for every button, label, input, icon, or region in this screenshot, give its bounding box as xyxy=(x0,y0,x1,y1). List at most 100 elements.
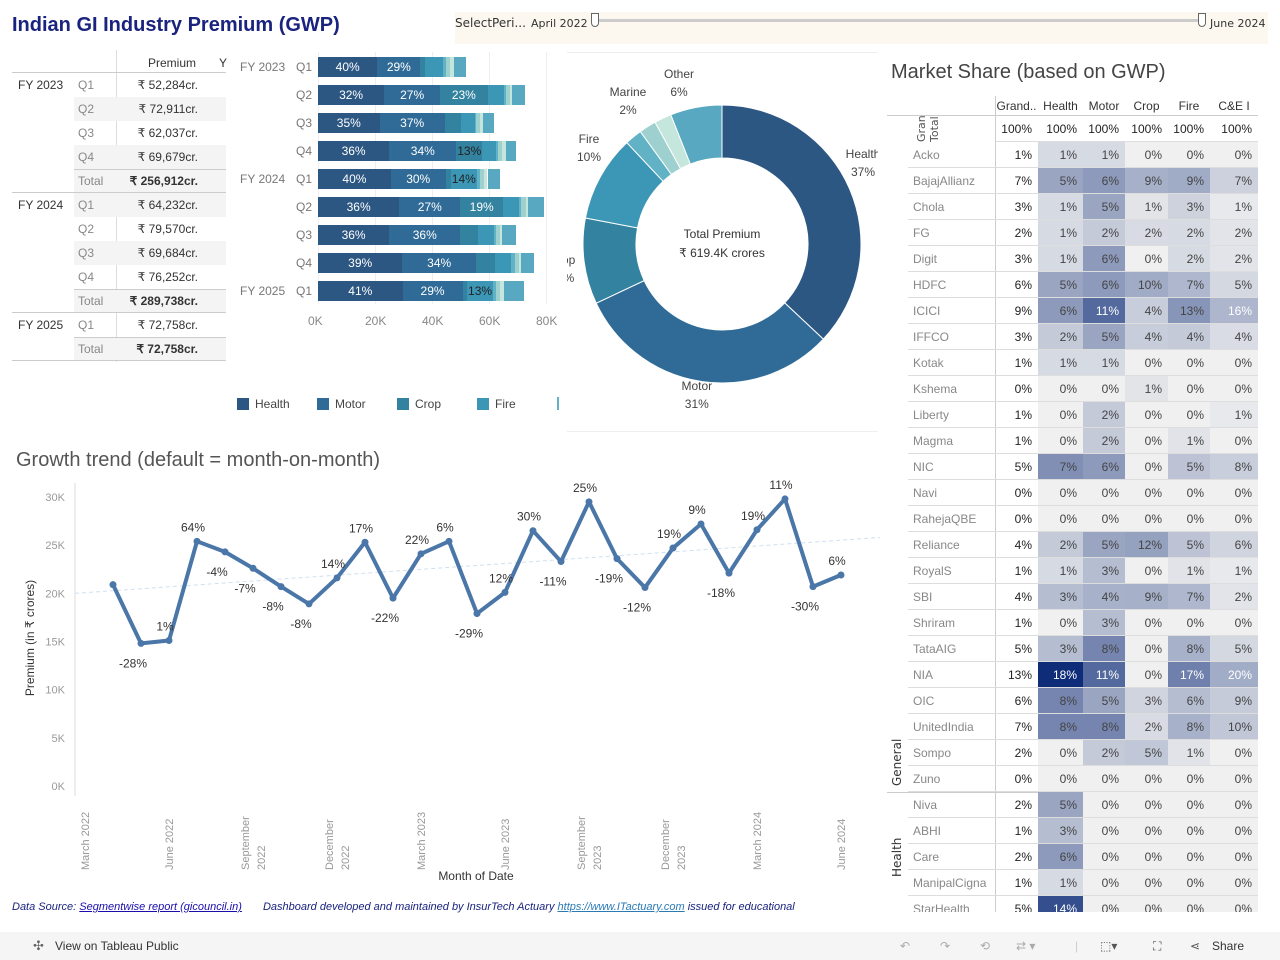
company-name[interactable]: IFFCO xyxy=(908,324,995,350)
bar-segment[interactable] xyxy=(503,197,519,217)
share-cell[interactable]: 0% xyxy=(1038,480,1083,506)
share-cell[interactable]: 0% xyxy=(1168,792,1210,818)
share-cell[interactable]: 1% xyxy=(1038,246,1083,272)
share-cell[interactable]: 0% xyxy=(1125,766,1168,792)
share-cell[interactable]: 4% xyxy=(1210,324,1258,350)
bar-segment[interactable] xyxy=(424,57,443,77)
bar-segment[interactable] xyxy=(501,225,516,245)
share-cell[interactable]: 2% xyxy=(1038,532,1083,558)
legend-item[interactable]: Fire xyxy=(477,397,516,411)
company-name[interactable]: ABHI xyxy=(908,818,995,844)
share-cell[interactable]: 2% xyxy=(1038,324,1083,350)
share-cell[interactable]: 5% xyxy=(1210,272,1258,298)
undo-icon[interactable]: ↶ xyxy=(900,939,910,953)
share-cell[interactable]: 0% xyxy=(1210,506,1258,532)
slider-end-handle[interactable] xyxy=(1198,13,1206,27)
company-name[interactable]: Niva xyxy=(908,792,995,818)
share-cell[interactable]: 0% xyxy=(1168,506,1210,532)
share-cell[interactable]: 1% xyxy=(1125,376,1168,402)
bar-segment[interactable]: 40% xyxy=(318,57,378,77)
company-name[interactable]: NIC xyxy=(908,454,995,480)
bar-segment[interactable] xyxy=(482,141,496,161)
share-cell[interactable]: 0% xyxy=(1125,480,1168,506)
share-cell[interactable]: 2% xyxy=(1210,246,1258,272)
share-cell[interactable]: 2% xyxy=(1168,220,1210,246)
bar-segment[interactable]: 30% xyxy=(390,169,446,189)
share-cell[interactable]: 4% xyxy=(1125,298,1168,324)
share-button[interactable]: Share xyxy=(1212,939,1244,953)
share-cell[interactable]: 0% xyxy=(1083,792,1125,818)
period-slider[interactable]: SelectPeri... April 2022 June 2024 xyxy=(455,12,1268,44)
share-cell[interactable]: 11% xyxy=(1083,662,1125,688)
share-cell[interactable]: 1% xyxy=(1125,194,1168,220)
company-name[interactable]: ManipalCigna xyxy=(908,870,995,896)
share-cell[interactable]: 0% xyxy=(1168,376,1210,402)
share-cell[interactable]: 0% xyxy=(1210,844,1258,870)
share-cell[interactable]: 5% xyxy=(1038,792,1083,818)
share-cell[interactable]: 0% xyxy=(1125,662,1168,688)
company-name[interactable]: Acko xyxy=(908,142,995,168)
share-icon[interactable]: ⋖ xyxy=(1190,939,1200,953)
share-cell[interactable]: 3% xyxy=(1083,558,1125,584)
company-name[interactable]: RoyalS xyxy=(908,558,995,584)
bar-segment[interactable]: 35% xyxy=(318,113,380,133)
share-cell[interactable]: 6% xyxy=(1083,454,1125,480)
share-cell[interactable]: 4% xyxy=(1168,324,1210,350)
share-cell[interactable]: 6% xyxy=(1083,246,1125,272)
bar-segment[interactable]: 23% xyxy=(440,85,488,105)
share-cell[interactable]: 8% xyxy=(1210,454,1258,480)
legend-item[interactable]: Health xyxy=(237,397,290,411)
share-cell[interactable]: 1% xyxy=(1038,142,1083,168)
share-cell[interactable]: 3% xyxy=(1125,688,1168,714)
share-cell[interactable]: 0% xyxy=(1210,870,1258,896)
bar-segment[interactable]: 19% xyxy=(460,197,504,217)
bar-segment[interactable] xyxy=(478,225,494,245)
share-cell[interactable]: 0% xyxy=(1083,844,1125,870)
share-cell[interactable]: 12% xyxy=(1125,532,1168,558)
bar-segment[interactable]: 29% xyxy=(402,281,463,301)
company-name[interactable]: Reliance xyxy=(908,532,995,558)
share-cell[interactable]: 0% xyxy=(1125,818,1168,844)
company-name[interactable]: Kotak xyxy=(908,350,995,376)
share-cell[interactable]: 17% xyxy=(1168,662,1210,688)
share-cell[interactable]: 3% xyxy=(1038,818,1083,844)
column-header[interactable]: C&E I xyxy=(1210,96,1258,116)
share-cell[interactable]: 0% xyxy=(1168,610,1210,636)
refresh-icon[interactable]: ⇄ ▾ xyxy=(1016,939,1035,953)
bar-segment[interactable]: 36% xyxy=(318,197,400,217)
column-header[interactable]: Crop xyxy=(1125,96,1168,116)
share-cell[interactable]: 0% xyxy=(1125,506,1168,532)
fullscreen-icon[interactable]: ⛶ xyxy=(1153,939,1161,954)
share-cell[interactable]: 3% xyxy=(1038,636,1083,662)
bar-segment[interactable]: 40% xyxy=(318,169,391,189)
share-cell[interactable]: 3% xyxy=(1038,584,1083,610)
company-name[interactable]: ICICI xyxy=(908,298,995,324)
share-cell[interactable]: 8% xyxy=(1083,714,1125,740)
share-cell[interactable]: 2% xyxy=(1083,220,1125,246)
download-icon[interactable]: ⬚▾ xyxy=(1100,939,1117,953)
redo-icon[interactable]: ↷ xyxy=(940,939,950,953)
market-share-table[interactable]: Grand.. Health Motor Crop Fire C&E I Grand Tot… xyxy=(887,96,1258,912)
share-cell[interactable]: 0% xyxy=(1210,376,1258,402)
bar-segment[interactable]: 39% xyxy=(318,253,403,273)
share-cell[interactable]: 5% xyxy=(1168,532,1210,558)
share-cell[interactable]: 9% xyxy=(1210,688,1258,714)
share-cell[interactable]: 0% xyxy=(1125,350,1168,376)
view-on-tableau-button[interactable]: View on Tableau Public xyxy=(55,939,179,953)
slider-track[interactable] xyxy=(595,19,1203,22)
column-header[interactable]: Motor xyxy=(1083,96,1125,116)
share-cell[interactable]: 0% xyxy=(1210,142,1258,168)
share-cell[interactable]: 6% xyxy=(1083,168,1125,194)
share-cell[interactable]: 1% xyxy=(1083,350,1125,376)
share-cell[interactable]: 9% xyxy=(1125,584,1168,610)
share-cell[interactable]: 16% xyxy=(1210,298,1258,324)
bar-segment[interactable]: 34% xyxy=(402,253,476,273)
bar-segment[interactable]: 13% xyxy=(466,281,494,301)
bar-segment[interactable] xyxy=(512,85,525,105)
company-name[interactable]: TataAIG xyxy=(908,636,995,662)
share-cell[interactable]: 0% xyxy=(1210,610,1258,636)
share-cell[interactable]: 0% xyxy=(1168,402,1210,428)
company-name[interactable]: Shriram xyxy=(908,610,995,636)
share-cell[interactable]: 5% xyxy=(1038,168,1083,194)
share-cell[interactable]: 0% xyxy=(1083,766,1125,792)
